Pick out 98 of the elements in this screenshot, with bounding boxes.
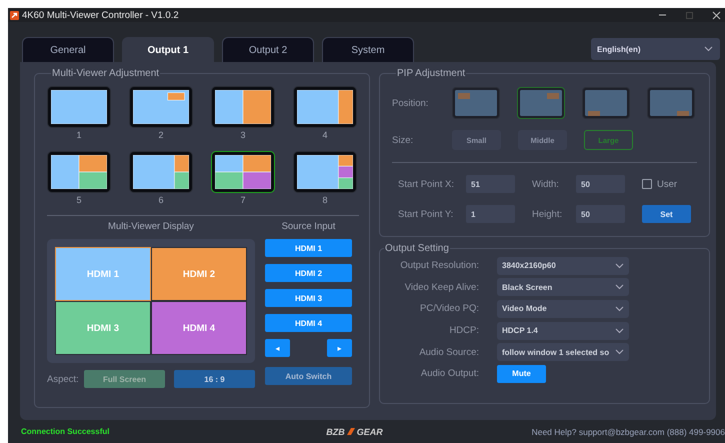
- display-window[interactable]: HDMI 4: [151, 301, 247, 355]
- logo-text: BZB: [326, 426, 345, 436]
- pip-position-button[interactable]: [452, 87, 500, 119]
- setting-label: Video Keep Alive:: [404, 282, 479, 293]
- layout-button[interactable]: [47, 151, 111, 193]
- chevron-down-icon: [615, 349, 624, 356]
- language-dropdown[interactable]: English(en): [591, 38, 720, 60]
- section-title: PIP Adjustment: [396, 68, 466, 79]
- chevron-down-icon: [615, 328, 624, 334]
- dropdown-value: 3840x2160p60: [502, 261, 556, 270]
- window-title: 4K60 Multi-Viewer Controller - V1.0.2: [22, 10, 180, 20]
- section-title: Output Setting: [384, 243, 450, 254]
- field-label: Height:: [532, 208, 564, 220]
- pip-layout-icon: [585, 90, 627, 116]
- layout-icon: [297, 155, 353, 189]
- layout-button[interactable]: [293, 86, 357, 128]
- position-label: Position:: [392, 98, 430, 108]
- chevron-down-icon: [615, 284, 624, 290]
- layout-number: 8: [322, 195, 328, 205]
- pip-position-button[interactable]: [517, 87, 565, 119]
- layout-button[interactable]: [211, 151, 275, 193]
- field-label: Start Point Y:: [398, 208, 454, 220]
- tab[interactable]: Output 2: [222, 37, 314, 62]
- layout-number: 3: [240, 130, 246, 140]
- layout-number: 5: [76, 195, 82, 205]
- tab[interactable]: System: [322, 37, 414, 62]
- display-heading: Multi-Viewer Display: [107, 221, 195, 234]
- size-label: Size:: [392, 134, 414, 146]
- layout-number: 7: [240, 195, 246, 205]
- layout-icon: [51, 155, 107, 189]
- source-button[interactable]: HDMI 4: [265, 314, 352, 332]
- layout-button[interactable]: [211, 86, 275, 128]
- pip-layout-icon: [520, 90, 562, 116]
- layout-icon: [133, 155, 189, 189]
- checkbox-label: User: [657, 178, 678, 190]
- setting-label: PC/Video PQ:: [419, 303, 479, 314]
- layout-button[interactable]: [47, 86, 111, 128]
- logo-text: GEAR: [356, 426, 383, 436]
- number-field[interactable]: 1: [466, 205, 515, 223]
- pip-layout-icon: [650, 90, 692, 116]
- next-button[interactable]: ▸: [327, 339, 352, 357]
- pip-layout-icon: [455, 90, 497, 116]
- layout-number: 1: [76, 130, 82, 140]
- source-button[interactable]: HDMI 1: [265, 239, 352, 257]
- setting-dropdown[interactable]: Video Mode: [497, 300, 629, 318]
- number-field[interactable]: 50: [576, 175, 625, 193]
- close-icon[interactable]: [712, 10, 721, 20]
- number-field[interactable]: 50: [576, 205, 625, 223]
- layout-icon: [215, 90, 271, 124]
- source-button[interactable]: HDMI 2: [265, 264, 352, 282]
- chevron-down-icon: [704, 46, 713, 52]
- chevron-down-icon: [615, 262, 624, 269]
- chevron-down-icon: [615, 306, 624, 312]
- tab[interactable]: Output 1: [122, 37, 214, 62]
- layout-icon: [133, 90, 189, 124]
- layout-icon: [297, 90, 353, 124]
- field-label: Width:: [532, 178, 560, 190]
- setting-label: Audio Source:: [418, 346, 479, 358]
- connection-status: Connection Successful: [21, 427, 110, 436]
- pip-position-button[interactable]: [647, 87, 695, 119]
- layout-number: 2: [158, 130, 164, 140]
- previous-button[interactable]: ◂: [265, 339, 290, 357]
- layout-button[interactable]: [293, 151, 357, 193]
- section-title: Multi-Viewer Adjustment: [51, 68, 160, 79]
- logo-icon: [346, 427, 356, 436]
- setting-dropdown[interactable]: 3840x2160p60: [497, 256, 629, 275]
- setting-label: Audio Output:: [420, 368, 479, 380]
- tab[interactable]: General: [22, 37, 114, 62]
- user-checkbox[interactable]: [642, 179, 652, 189]
- setting-label: Output Resolution:: [399, 260, 479, 272]
- mute-button[interactable]: Mute: [497, 364, 546, 383]
- app-icon: [10, 10, 19, 20]
- field-label: Start Point X:: [398, 178, 455, 190]
- number-field[interactable]: 51: [466, 175, 515, 193]
- dropdown-value: Black Screen: [502, 282, 552, 292]
- source-button[interactable]: HDMI 3: [265, 289, 352, 307]
- pip-position-button[interactable]: [582, 87, 630, 119]
- help-text: Need Help? support@bzbgear.com (888) 499-9906: [532, 426, 725, 436]
- display-window[interactable]: HDMI 2: [151, 247, 247, 301]
- setting-dropdown[interactable]: Black Screen: [497, 278, 629, 296]
- layout-button[interactable]: [129, 86, 193, 128]
- layout-number: 4: [322, 130, 328, 140]
- setting-label: HDCP:: [448, 325, 479, 336]
- source-heading: Source Input: [280, 221, 336, 234]
- layout-icon: [215, 155, 271, 189]
- auto-switch-button[interactable]: Auto Switch: [265, 367, 352, 385]
- set-button[interactable]: Set: [642, 205, 691, 223]
- layout-icon: [51, 90, 107, 124]
- dropdown-value: English(en): [597, 44, 641, 54]
- layout-button[interactable]: [129, 151, 193, 193]
- setting-dropdown[interactable]: follow window 1 selected so: [497, 343, 629, 362]
- setting-dropdown[interactable]: HDCP 1.4: [497, 322, 629, 340]
- dropdown-value: Video Mode: [502, 304, 547, 314]
- aspect-button[interactable]: Full Screen: [84, 370, 165, 388]
- aspect-button[interactable]: 16 : 9: [174, 370, 255, 388]
- dropdown-value: HDCP 1.4: [502, 326, 538, 336]
- dropdown-value: follow window 1 selected so: [502, 348, 610, 357]
- layout-number: 6: [158, 195, 164, 205]
